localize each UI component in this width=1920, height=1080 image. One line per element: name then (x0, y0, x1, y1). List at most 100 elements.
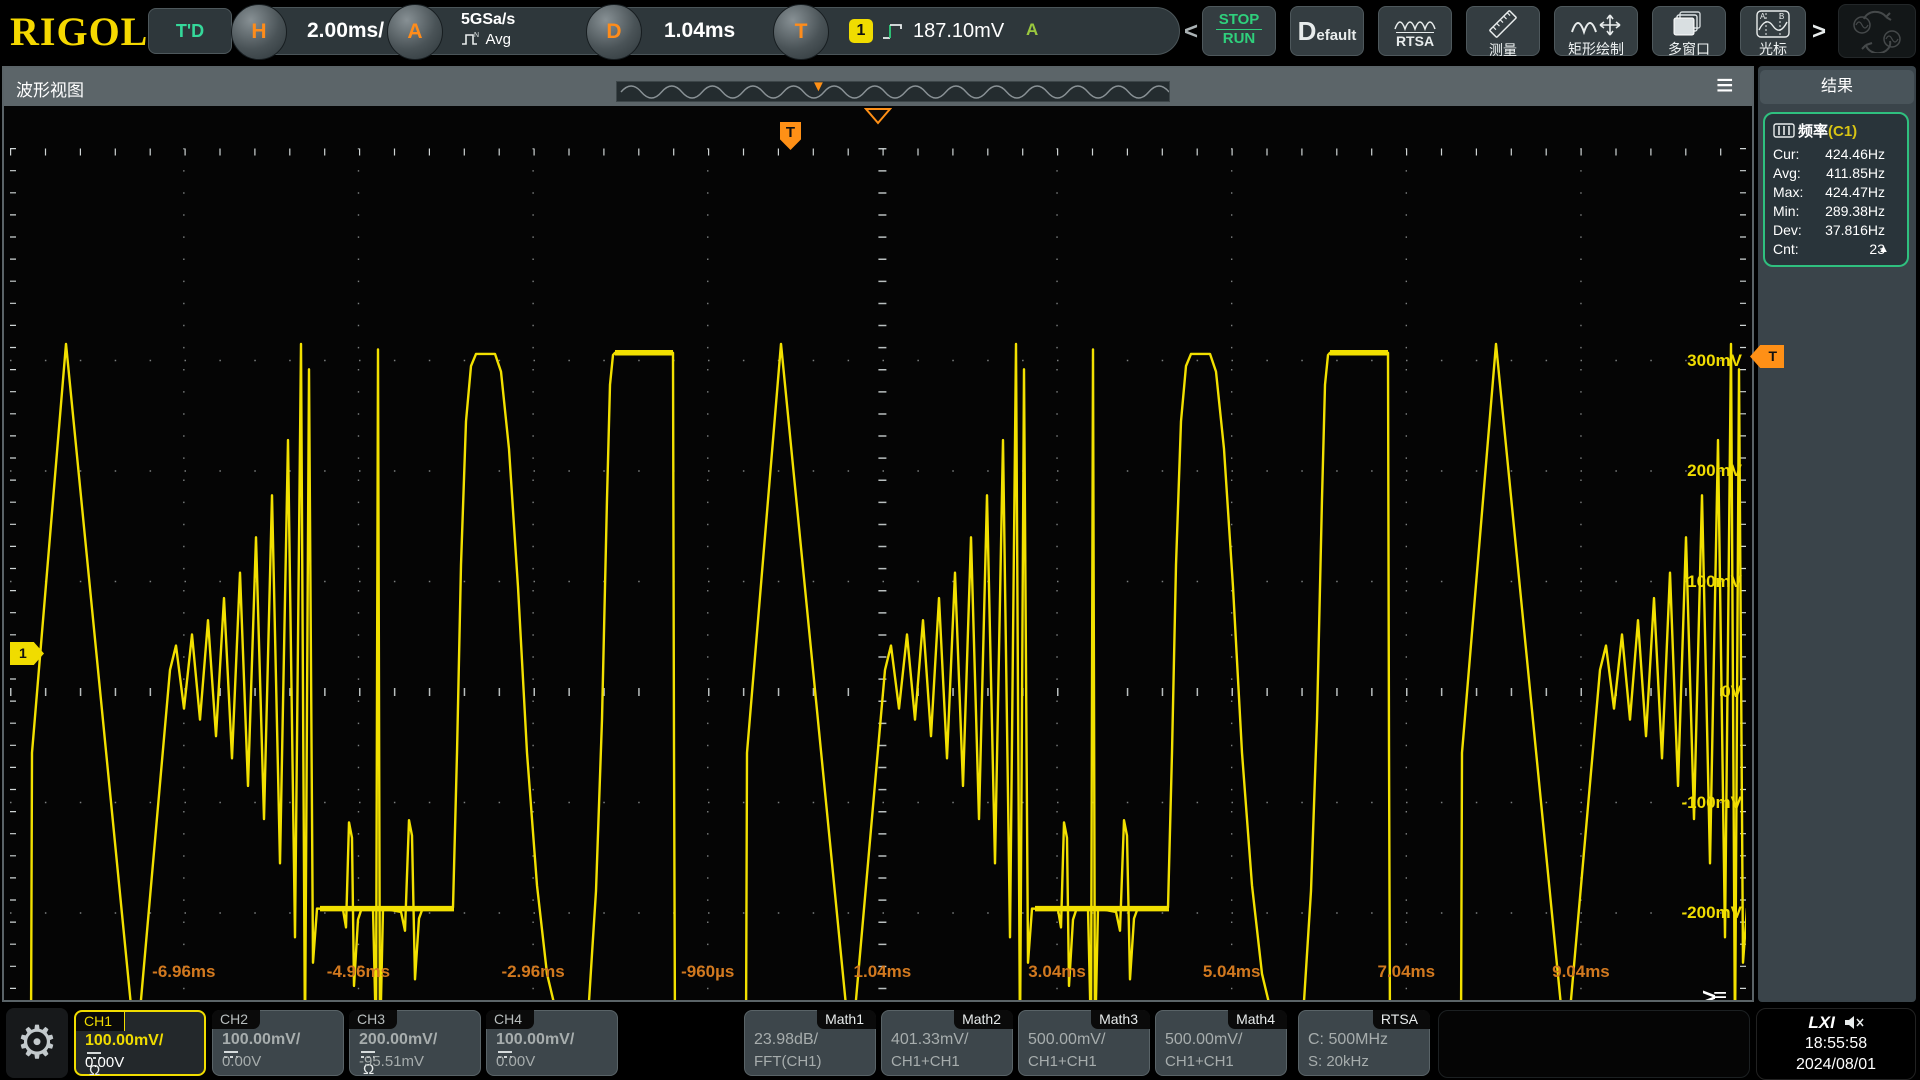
lxi-status: LXI (1757, 1013, 1915, 1033)
measurement-row: Min:289.38Hz (1771, 202, 1901, 221)
t-axis-label: -2.96ms (468, 962, 598, 982)
default-button[interactable]: Default (1290, 6, 1364, 56)
t-axis-label: 5.04ms (1167, 962, 1297, 982)
math-box-math3[interactable]: Math3500.00mV/CH1+CH1 (1018, 1010, 1150, 1076)
horizontal-knob[interactable]: H (231, 4, 287, 60)
math-expression: CH1+CH1 (1165, 1053, 1234, 1070)
timeline-wave-icon (617, 82, 1169, 101)
graticule-plot-area[interactable]: T 1 300mV200mV100mV0V-100mV-200mV-300mV … (4, 106, 1752, 1000)
waveform-swap-button[interactable] (1838, 4, 1916, 58)
v-axis-label: -100mV (1652, 793, 1742, 813)
math-tab: Math4 (1228, 1010, 1287, 1029)
cursor-ab-icon: AB (1756, 10, 1790, 38)
results-panel-title[interactable]: 结果 (1760, 70, 1914, 104)
trigger-display[interactable]: 1 187.10mV A (800, 7, 1180, 55)
channel-box-ch3[interactable]: CH3200.00mV/ Ω-95.51mV (349, 1010, 481, 1076)
math-expression: FFT(CH1) (754, 1053, 822, 1070)
t-axis-label: -6.96ms (119, 962, 249, 982)
channel-offset: -95.51mV (359, 1053, 424, 1070)
multi-window-button[interactable]: 多窗口 (1652, 6, 1726, 56)
v-axis-label: 300mV (1652, 351, 1742, 371)
math-expression: CH1+CH1 (1028, 1053, 1097, 1070)
toolbar-next-arrow[interactable]: > (1812, 2, 1826, 62)
measurement-card[interactable]: 频率(C1) Cur:424.46HzAvg:411.85HzMax:424.4… (1763, 112, 1909, 267)
channel-box-ch1[interactable]: CH1100.00mV/ Ω0.00V (74, 1010, 206, 1076)
measurement-row: Max:424.47Hz (1771, 183, 1901, 202)
channel-tab: CH3 (349, 1010, 397, 1029)
v-axis-label: 0V (1652, 682, 1742, 702)
channel-offset: 0.00V (496, 1053, 535, 1070)
counter-icon (1773, 123, 1795, 138)
svg-text:N: N (474, 32, 479, 39)
timebase-overview-bar[interactable]: ▼ (616, 81, 1170, 102)
v-axis-label: 200mV (1652, 461, 1742, 481)
trigger-knob[interactable]: T (773, 4, 829, 60)
math-tab: Math2 (954, 1010, 1013, 1029)
menu-icon[interactable]: ≡ (1716, 68, 1734, 104)
trigger-level-marker[interactable]: T (1750, 345, 1784, 368)
rect-draw-button[interactable]: 矩形绘制 (1554, 6, 1638, 56)
channel-box-ch4[interactable]: CH4100.00mV/ 0.00V (486, 1010, 618, 1076)
rigol-logo: RIGOL (10, 8, 148, 55)
measurement-title: 频率(C1) (1773, 120, 1901, 141)
waveform-view-window: 波形视图 ▼ ≡ T 1 300mV200mV100mV0V-100mV-200… (2, 66, 1754, 1002)
system-time: 18:55:58 (1757, 1033, 1915, 1055)
avg-mode: N Avg (461, 31, 511, 49)
channel-tab: CH1 (75, 1011, 125, 1031)
bottom-status-bar: ⚙ CH1100.00mV/ Ω0.00VCH2100.00mV/ 0.00VC… (0, 1002, 1920, 1080)
t-axis-label: 9.04ms (1516, 962, 1646, 982)
toolbar-prev-arrow[interactable]: < (1184, 2, 1198, 62)
settings-gear-button[interactable]: ⚙ (6, 1008, 68, 1078)
math-box-math4[interactable]: Math4500.00mV/CH1+CH1 (1155, 1010, 1287, 1076)
trigger-source-badge: 1 (849, 19, 873, 43)
results-panel: 结果 频率(C1) Cur:424.46HzAvg:411.85HzMax:42… (1758, 66, 1916, 1002)
measure-button[interactable]: 测量 (1466, 6, 1540, 56)
timeline-position-marker[interactable]: ▼ (811, 78, 826, 95)
ch1-waveform-trace (4, 106, 1752, 1000)
rtsa-box[interactable]: RTSAC: 500MHzS: 20kHz (1298, 1010, 1430, 1076)
v-axis-label: 100mV (1652, 572, 1742, 592)
ruler-icon (1486, 9, 1520, 39)
system-date: 2024/08/01 (1757, 1055, 1915, 1075)
trigger-position-center-marker[interactable] (864, 108, 892, 125)
sample-rate: 5GSa/s (461, 11, 515, 29)
math-box-math1[interactable]: Math123.98dB/FFT(CH1) (744, 1010, 876, 1076)
system-clock-box[interactable]: LXI 18:55:58 2024/08/01 (1756, 1008, 1916, 1080)
windows-icon (1672, 10, 1706, 38)
math-box-math2[interactable]: Math2 401.33mV/CH1+CH1 (881, 1010, 1013, 1076)
t-axis-label: 7.04ms (1341, 962, 1471, 982)
trigger-edge-icon (881, 19, 907, 43)
svg-text:A: A (1760, 12, 1766, 21)
swap-waveforms-icon (1850, 9, 1904, 53)
wave-move-icon (1570, 12, 1622, 38)
t-axis-label: -960µs (643, 962, 773, 982)
channel-offset: 0.00V (222, 1053, 261, 1070)
channel-box-ch2[interactable]: CH2100.00mV/ 0.00V (212, 1010, 344, 1076)
channel-offset: 0.00V (85, 1054, 124, 1071)
measurement-row: Dev:37.816Hz (1771, 221, 1901, 240)
trigger-coupling-flag: A (1026, 8, 1038, 52)
delay-knob[interactable]: D (586, 4, 642, 60)
empty-slot (1438, 1010, 1750, 1078)
speaker-muted-icon (1844, 1015, 1864, 1030)
measurement-row: Cnt:23▲ (1771, 240, 1901, 259)
acquire-knob[interactable]: A (387, 4, 443, 60)
cursor-button[interactable]: AB 光标 (1740, 6, 1806, 56)
stop-run-button[interactable]: STOP RUN (1202, 6, 1276, 56)
t-axis-label: -4.96ms (293, 962, 423, 982)
collapse-menu-icon[interactable]: >≡ (1702, 984, 1724, 1000)
channel-tab: CH2 (212, 1010, 260, 1029)
gear-icon: ⚙ (16, 1016, 57, 1068)
trigger-status-indicator: T'D (148, 8, 232, 54)
math-scale: 500.00mV/ (1028, 1031, 1105, 1049)
pulse-n-icon: N (461, 31, 481, 47)
math-scale: 401.33mV/ (891, 1031, 968, 1049)
waveform-view-title: 波形视图 (16, 76, 84, 101)
expand-icon[interactable]: ▲ (1878, 240, 1889, 259)
math-expression: CH1+CH1 (891, 1053, 960, 1070)
rtsa-button[interactable]: RTSA (1378, 6, 1452, 56)
top-toolbar: RIGOL T'D 2.00ms/ H 5GSa/s N Avg 100Mpts… (0, 0, 1920, 64)
trigger-level: 187.10mV (913, 8, 1004, 54)
rtsa-center-freq: C: 500MHz (1308, 1031, 1388, 1049)
channel-tab: CH4 (486, 1010, 534, 1029)
